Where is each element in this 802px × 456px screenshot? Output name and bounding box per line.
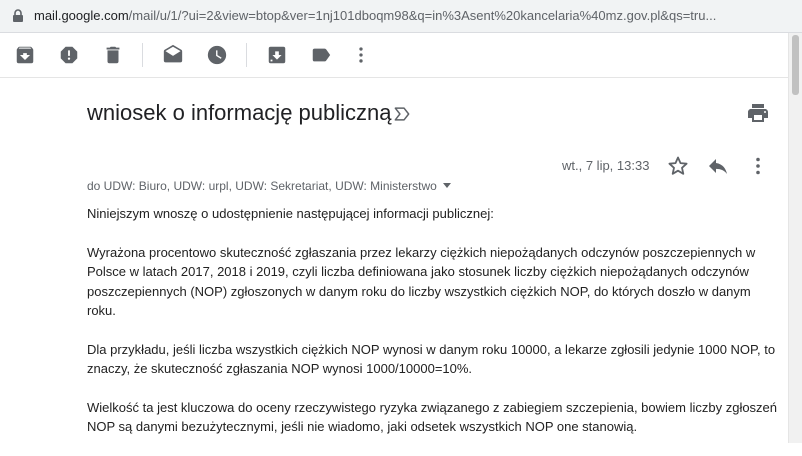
delete-icon[interactable]: [102, 44, 124, 66]
lock-icon: [10, 8, 26, 24]
importance-marker-icon[interactable]: [392, 104, 412, 124]
recipients-text: do UDW: Biuro, UDW: urpl, UDW: Sekretari…: [87, 179, 437, 193]
mail-toolbar: [0, 33, 789, 78]
label-icon[interactable]: [310, 44, 332, 66]
toolbar-divider: [246, 43, 247, 67]
scrollbar[interactable]: [788, 33, 802, 443]
report-spam-icon[interactable]: [58, 44, 80, 66]
print-icon[interactable]: [746, 101, 770, 125]
url-host: mail.google.com: [34, 8, 129, 23]
archive-icon[interactable]: [14, 44, 36, 66]
body-paragraph: Wielkość ta jest kluczowa do oceny rzecz…: [87, 399, 778, 435]
url-text[interactable]: mail.google.com/mail/u/1/?ui=2&view=btop…: [34, 8, 784, 23]
move-to-icon[interactable]: [266, 44, 288, 66]
email-subject: wniosek o informację publiczną: [87, 100, 392, 125]
mark-unread-icon[interactable]: [162, 44, 184, 66]
reply-icon[interactable]: [706, 154, 730, 178]
scrollbar-thumb[interactable]: [792, 35, 799, 95]
body-paragraph: Niniejszym wnoszę o udostępnienie następ…: [87, 206, 494, 221]
toolbar-divider: [142, 43, 143, 67]
more-vert-icon[interactable]: [350, 44, 372, 66]
more-options-icon[interactable]: [746, 154, 770, 178]
chevron-down-icon[interactable]: [442, 183, 451, 188]
body-paragraph: Wyrażona procentowo skuteczność zgłaszan…: [87, 244, 756, 319]
email-body: Niniejszym wnoszę o udostępnienie następ…: [87, 204, 777, 456]
url-path: /mail/u/1/?ui=2&view=btop&ver=1nj101dboq…: [128, 8, 717, 23]
body-paragraph: Dla przykładu, jeśli liczba wszystkich c…: [87, 341, 776, 377]
email-date: wt., 7 lip, 13:33: [562, 158, 650, 173]
recipients-line[interactable]: do UDW: Biuro, UDW: urpl, UDW: Sekretari…: [87, 179, 451, 193]
star-icon[interactable]: [666, 154, 690, 178]
address-bar[interactable]: mail.google.com/mail/u/1/?ui=2&view=btop…: [0, 0, 802, 33]
snooze-icon[interactable]: [206, 44, 228, 66]
